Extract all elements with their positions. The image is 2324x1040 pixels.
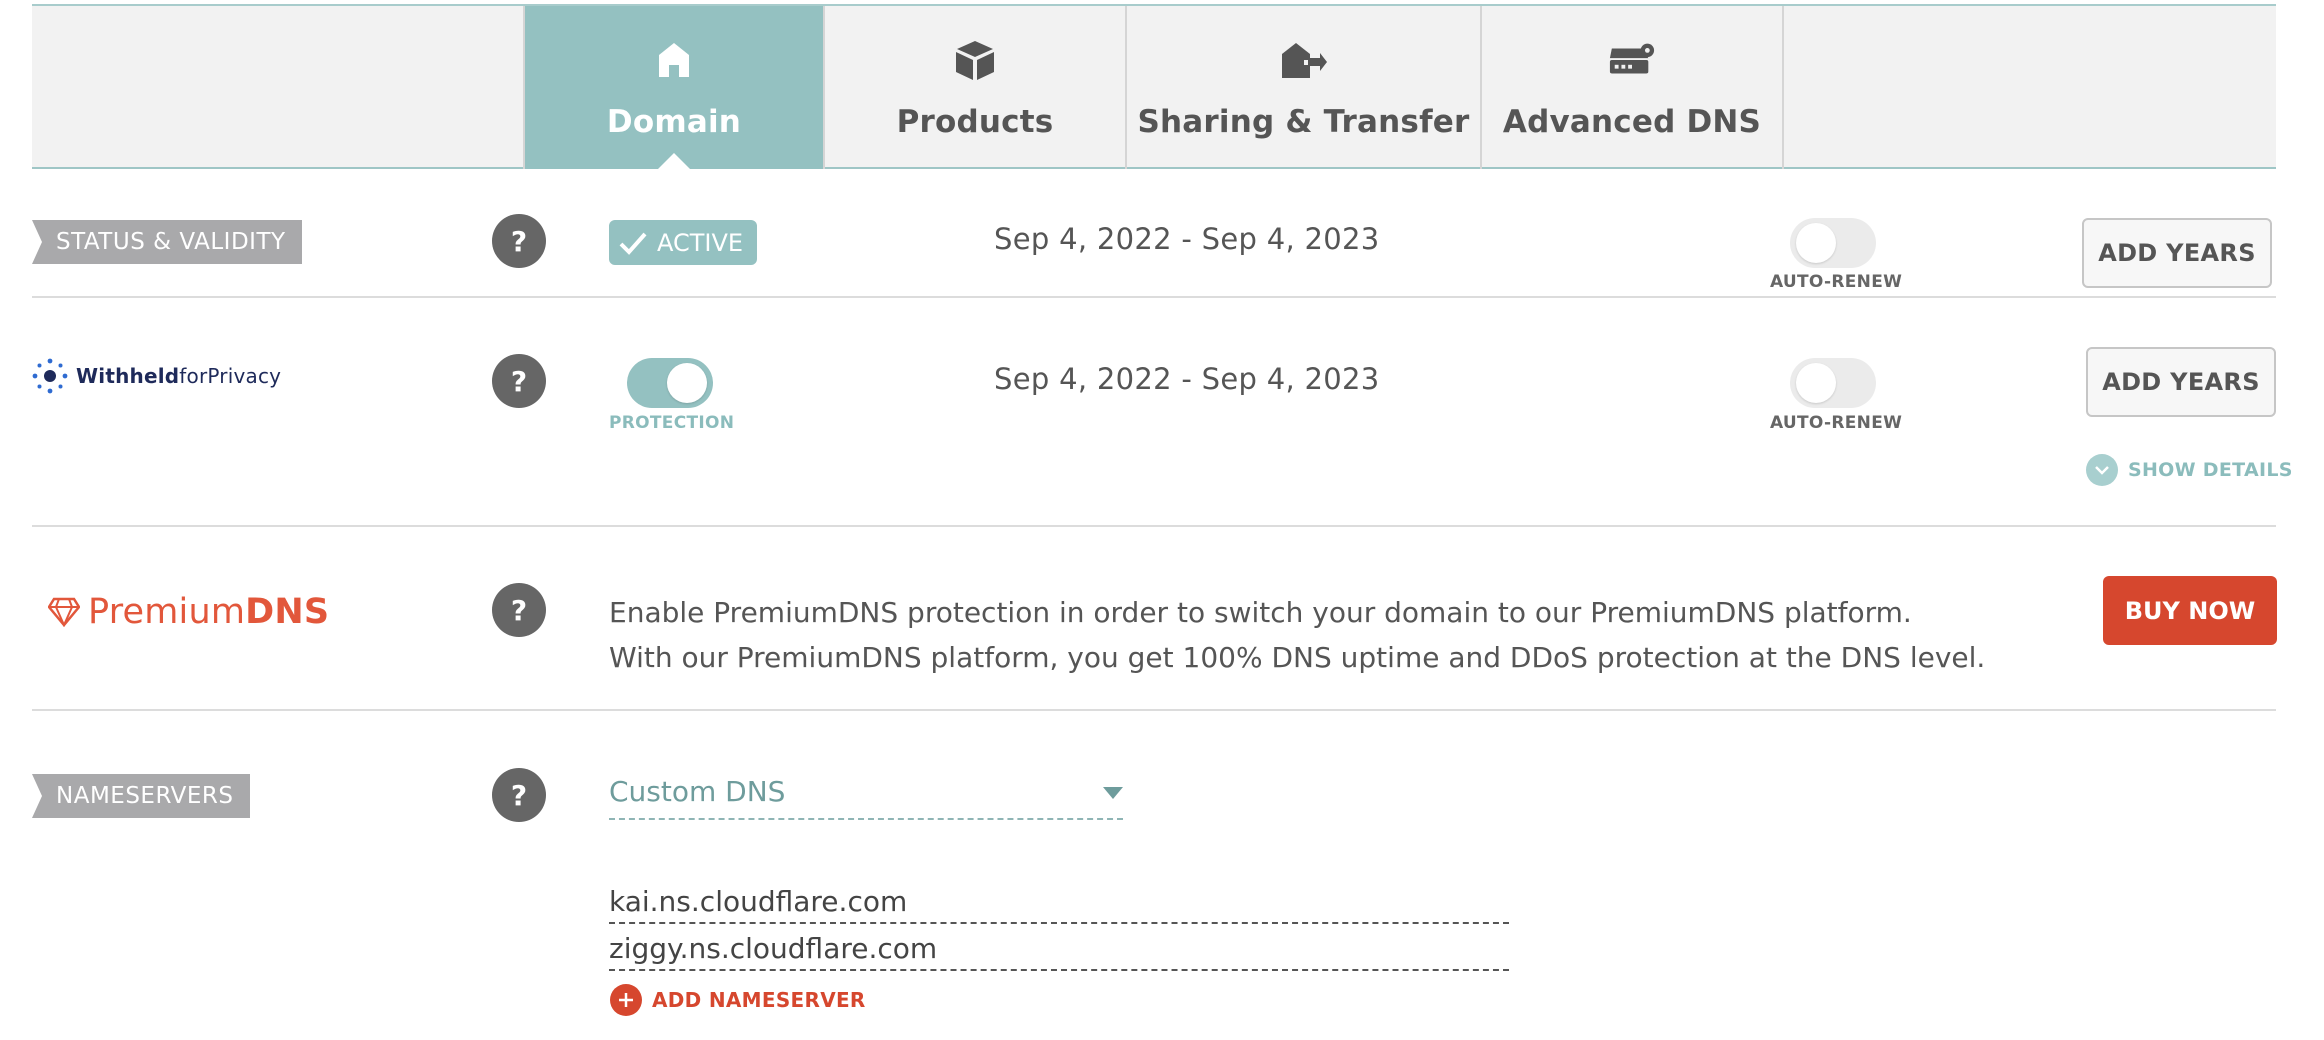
privacy-help-button[interactable]: ? (492, 354, 546, 408)
status-validity-dates: Sep 4, 2022 - Sep 4, 2023 (994, 222, 1380, 256)
wfp-logo-bold: Withheld (76, 364, 180, 388)
buy-now-button[interactable]: BUY NOW (2103, 576, 2277, 645)
domain-tab-bar: Domain Products Sharing & Transfer Advan… (32, 4, 2276, 169)
help-icon: ? (510, 778, 528, 812)
tab-products-label: Products (896, 104, 1054, 140)
tab-sharing-transfer[interactable]: Sharing & Transfer (1127, 6, 1482, 169)
privacy-protection-toggle[interactable] (627, 358, 713, 408)
dropdown-caret-icon (1103, 787, 1123, 799)
premiumdns-line-1: Enable PremiumDNS protection in order to… (609, 596, 1912, 629)
toggle-knob (667, 363, 707, 403)
tab-advanced-dns-label: Advanced DNS (1502, 104, 1762, 140)
status-active-badge: ACTIVE (609, 220, 757, 265)
tab-advanced-dns[interactable]: Advanced DNS (1482, 6, 1784, 169)
add-nameserver-button[interactable]: ADD NAMESERVER (610, 984, 866, 1016)
premiumdns-logo: PremiumDNS (48, 592, 329, 632)
privacy-dates: Sep 4, 2022 - Sep 4, 2023 (994, 362, 1380, 396)
check-icon (619, 232, 647, 255)
privacy-auto-renew-toggle[interactable] (1790, 358, 1876, 408)
tab-products[interactable]: Products (825, 6, 1127, 169)
premiumdns-help-button[interactable]: ? (492, 583, 546, 637)
withheld-for-privacy-logo: WithheldforPrivacy (32, 358, 281, 394)
tab-domain[interactable]: Domain (523, 6, 825, 169)
chevron-down-icon (2086, 454, 2118, 486)
row-divider (32, 296, 2276, 298)
add-nameserver-label: ADD NAMESERVER (652, 988, 866, 1012)
status-validity-tag: STATUS & VALIDITY (32, 220, 302, 264)
tab-sharing-transfer-label: Sharing & Transfer (1137, 104, 1470, 140)
toggle-knob (1796, 363, 1836, 403)
show-details-link[interactable]: SHOW DETAILS (2086, 454, 2293, 486)
privacy-shield-icon (32, 358, 68, 394)
show-details-label: SHOW DETAILS (2128, 459, 2293, 481)
toggle-knob (1796, 223, 1836, 263)
nameserver-input-1[interactable]: kai.ns.cloudflare.com (609, 882, 1509, 924)
nameservers-tag: NAMESERVERS (32, 774, 250, 818)
wfp-logo-rest: forPrivacy (179, 364, 282, 388)
home-icon (650, 36, 698, 84)
nameserver-type-value: Custom DNS (609, 775, 786, 808)
row-divider (32, 525, 2276, 527)
status-help-button[interactable]: ? (492, 214, 546, 268)
privacy-auto-renew-label: AUTO-RENEW (1770, 413, 1903, 433)
gem-icon (48, 597, 80, 627)
server-gear-icon (1608, 36, 1656, 84)
nameserver-type-select[interactable]: Custom DNS (609, 775, 1123, 820)
premiumdns-logo-bold: DNS (245, 592, 330, 632)
help-icon: ? (510, 593, 528, 627)
nameserver-input-2[interactable]: ziggy.ns.cloudflare.com (609, 929, 1509, 971)
house-transfer-icon (1280, 36, 1328, 84)
privacy-add-years-button[interactable]: ADD YEARS (2086, 347, 2276, 417)
status-active-label: ACTIVE (657, 228, 744, 257)
nameservers-help-button[interactable]: ? (492, 768, 546, 822)
help-icon: ? (510, 364, 528, 398)
tab-domain-label: Domain (606, 104, 742, 140)
row-divider (32, 709, 2276, 711)
premiumdns-description: Enable PremiumDNS protection in order to… (609, 590, 1985, 680)
box-icon (951, 36, 999, 84)
premiumdns-logo-regular: Premium (88, 592, 246, 632)
plus-icon (610, 984, 642, 1016)
premiumdns-line-2: With our PremiumDNS platform, you get 10… (609, 641, 1986, 674)
privacy-protection-label: PROTECTION (609, 413, 735, 433)
help-icon: ? (510, 224, 528, 258)
status-add-years-button[interactable]: ADD YEARS (2082, 218, 2272, 288)
status-auto-renew-label: AUTO-RENEW (1770, 272, 1903, 292)
status-auto-renew-toggle[interactable] (1790, 218, 1876, 268)
